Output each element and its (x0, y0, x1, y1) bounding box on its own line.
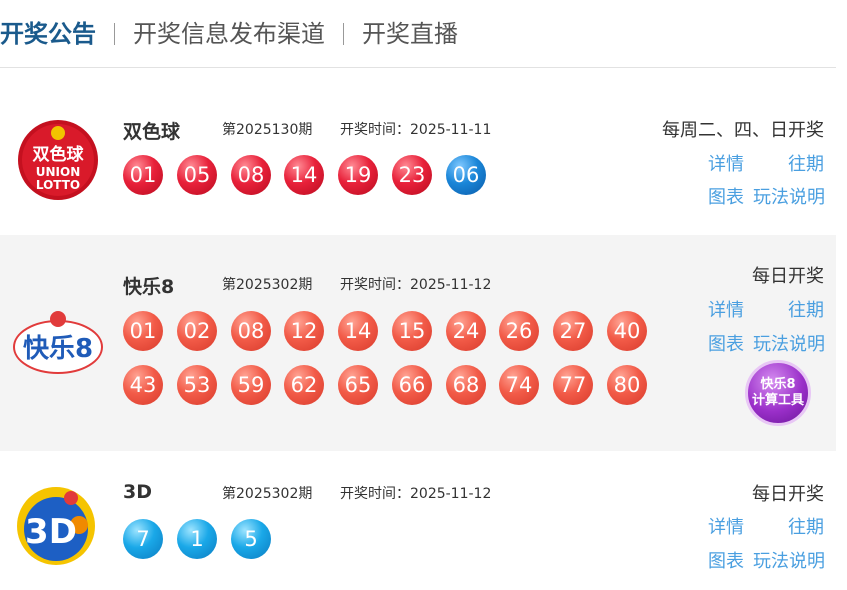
detail-link[interactable]: 详情 (708, 150, 744, 176)
kl8-ball: 53 (177, 365, 217, 405)
ssq-logo-text: LOTTO (36, 178, 80, 192)
red-ball: 08 (231, 155, 271, 195)
3d-logo[interactable]: 3D (15, 485, 97, 567)
draw-schedule: 每日开奖 (752, 484, 824, 505)
3d-ball: 5 (231, 519, 271, 559)
issue-number: 第2025302期 (222, 277, 313, 293)
blue-ball: 06 (446, 155, 486, 195)
kl8-ball: 74 (499, 365, 539, 405)
ssq-logo-text: 双色球 (33, 144, 85, 165)
kl8-ball: 40 (607, 311, 647, 351)
tab-announcement[interactable]: 开奖公告 (0, 22, 96, 46)
kl8-ball: 24 (446, 311, 486, 351)
kl8-ball: 02 (177, 311, 217, 351)
ssq-logo[interactable]: 双色球 UNION LOTTO (17, 119, 99, 201)
kl8-ball: 08 (231, 311, 271, 351)
draw-time: 开奖时间：2025-11-11 (340, 122, 492, 138)
lottery-name[interactable]: 3D (123, 481, 152, 503)
history-link[interactable]: 往期 (788, 150, 824, 176)
detail-link[interactable]: 详情 (708, 513, 744, 539)
kl8-calculator-button[interactable]: 快乐8 计算工具 (745, 360, 811, 426)
rules-link[interactable]: 玩法说明 (753, 330, 825, 356)
detail-link[interactable]: 详情 (708, 296, 744, 322)
kl8-ball: 14 (338, 311, 378, 351)
kl8-ball: 59 (231, 365, 271, 405)
red-ball: 05 (177, 155, 217, 195)
3d-ball: 7 (123, 519, 163, 559)
history-link[interactable]: 往期 (788, 513, 824, 539)
calc-button-label: 计算工具 (751, 393, 804, 408)
draw-schedule: 每日开奖 (752, 266, 824, 287)
chart-link[interactable]: 图表 (708, 330, 744, 356)
lottery-name[interactable]: 快乐8 (123, 272, 174, 299)
draw-schedule: 每周二、四、日开奖 (662, 120, 824, 141)
kl8-ball: 15 (392, 311, 432, 351)
kl8-ball: 26 (499, 311, 539, 351)
lottery-row-kl8: 快乐8 快乐8 第2025302期 开奖时间：2025-11-12 每日开奖 0… (0, 235, 836, 451)
draw-time: 开奖时间：2025-11-12 (340, 486, 492, 502)
tab-live[interactable]: 开奖直播 (362, 22, 458, 46)
chart-link[interactable]: 图表 (708, 183, 744, 209)
ssq-logo-text: UNION (36, 165, 81, 179)
kl8-ball: 27 (553, 311, 593, 351)
chart-link[interactable]: 图表 (708, 547, 744, 573)
kl8-logo-text: 快乐8 (23, 334, 93, 364)
kl8-ball: 62 (284, 365, 324, 405)
3d-logo-text: 3D (25, 512, 77, 552)
lottery-row-3d: 3D 3D 第2025302期 开奖时间：2025-11-12 每日开奖 7 1… (0, 455, 836, 590)
3d-ball: 1 (177, 519, 217, 559)
rules-link[interactable]: 玩法说明 (753, 547, 825, 573)
issue-number: 第2025130期 (222, 122, 313, 138)
kl8-ball: 01 (123, 311, 163, 351)
tab-divider (114, 22, 115, 45)
kl8-ball: 12 (284, 311, 324, 351)
tab-channels[interactable]: 开奖信息发布渠道 (133, 22, 325, 46)
calc-button-label: 快乐8 (760, 376, 796, 392)
red-ball: 14 (284, 155, 324, 195)
kl8-ball: 66 (392, 365, 432, 405)
draw-time: 开奖时间：2025-11-12 (340, 277, 492, 293)
red-ball: 01 (123, 155, 163, 195)
kl8-ball: 77 (553, 365, 593, 405)
kl8-ball: 80 (607, 365, 647, 405)
red-ball: 19 (338, 155, 378, 195)
history-link[interactable]: 往期 (788, 296, 824, 322)
kl8-ball: 68 (446, 365, 486, 405)
rules-link[interactable]: 玩法说明 (753, 183, 825, 209)
kl8-ball: 65 (338, 365, 378, 405)
red-ball: 23 (392, 155, 432, 195)
kl8-logo[interactable]: 快乐8 (12, 307, 104, 379)
kl8-ball: 43 (123, 365, 163, 405)
lottery-name[interactable]: 双色球 (123, 117, 180, 144)
tab-divider (343, 22, 344, 45)
lottery-row-ssq: 双色球 UNION LOTTO 双色球 第2025130期 开奖时间：2025-… (0, 90, 836, 230)
issue-number: 第2025302期 (222, 486, 313, 502)
tab-bar: 开奖公告 开奖信息发布渠道 开奖直播 (0, 0, 836, 68)
